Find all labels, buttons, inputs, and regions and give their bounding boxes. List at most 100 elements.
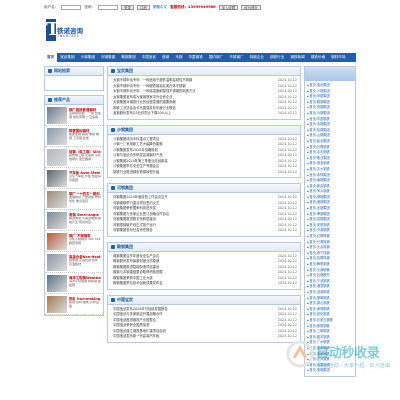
- nav-item[interactable]: 河钢集团: [98, 53, 118, 62]
- product-image[interactable]: [47, 191, 67, 208]
- product-desc: 耐热钢 高温合金 铸件 高温板材: [69, 259, 98, 266]
- page: 用户名： 密码： 登录 注册 繁體中文 客服热线：13939949966 加入收…: [0, 0, 400, 400]
- nav-item[interactable]: 宝武集团: [57, 53, 77, 62]
- section-icon: [111, 69, 115, 73]
- section-icon: [111, 297, 115, 302]
- traditional-link[interactable]: 繁體中文: [153, 5, 167, 10]
- nav-item[interactable]: 国内钢厂: [206, 53, 226, 62]
- nav-item[interactable]: 马钢: [172, 53, 185, 62]
- right-column: 首页-宝武集团首页-沙钢集团首页-河钢集团首页-鞍钢集团首页-首钢集团首页-马钢…: [304, 66, 356, 377]
- section-title[interactable]: 鞍钢集团: [117, 244, 133, 250]
- nav-item[interactable]: 华菱钢铁: [185, 53, 205, 62]
- product-image[interactable]: [47, 170, 67, 187]
- product-item[interactable]: 钢厂 “十四五” 规划 发展规划 产能调整 布局优化 重点项目: [45, 189, 103, 210]
- product-image[interactable]: [47, 254, 67, 271]
- nav-item[interactable]: 钢铁价格: [308, 53, 328, 62]
- product-image[interactable]: [47, 275, 67, 292]
- password-input[interactable]: [98, 4, 119, 10]
- product-desc: 各类型钢 圆钢 角钢 槽钢 工字钢 批发: [69, 133, 99, 140]
- watermark-text: 自动秒收录: [316, 346, 380, 361]
- news-section: 鞍钢集团鞍钢集团召开年度安全生产会议2024-10-12鞍钢股份发布最新财报业绩…: [107, 241, 301, 290]
- right-banner: [305, 67, 355, 81]
- news-title[interactable]: 宝钢股份发布Q3业绩同比下降20%以上: [111, 111, 171, 117]
- left-column: 网站检索 推荐产品 钢厂直接普通钢材 宝钢铁合金厂 一级 合金钢 热轧带钢 广泛…: [44, 66, 104, 320]
- watermark: 自动秒收录 联士自动 · 大家一起 · 众人自由: [286, 340, 400, 388]
- product-desc: 炼铁 原料 焦炭 高炉设备: [69, 301, 99, 308]
- product-item[interactable]: 角钢 Steel-angle 等边角钢 不等边角钢 规格齐全 现货供应: [45, 210, 103, 231]
- news-item[interactable]: 中国宝武发布新一代高端汽车板 2024-10-12: [111, 334, 297, 340]
- news-section: 宝武集团太钢不锈申请专利：一种适用于超低温和高韧性不锈钢2024-10-12太钢…: [107, 66, 301, 120]
- news-item[interactable]: 河钢集团发布社会责任报告 2024-10-12: [111, 228, 297, 234]
- news-section: 沙钢集团沙钢集团成功中标重点工程项目2024-10-12沙钢一厂采用新工艺大幅降…: [107, 124, 301, 178]
- nav-item[interactable]: 首页: [44, 53, 58, 62]
- product-image[interactable]: [47, 233, 67, 250]
- product-desc: 宝钢铁合金厂 一级 合金钢 热轧带钢 广泛适用: [69, 112, 101, 119]
- news-title[interactable]: 河钢集团发布社会责任报告: [111, 228, 153, 234]
- nav-item[interactable]: 中国宝武: [139, 53, 159, 62]
- right-link-list: 首页-宝武集团首页-沙钢集团首页-河钢集团首页-鞍钢集团首页-首钢集团首页-马钢…: [305, 81, 355, 376]
- nav-item[interactable]: 首钢: [159, 53, 172, 62]
- nav-item[interactable]: 鞍钢集团: [118, 53, 138, 62]
- products-title: 推荐产品: [54, 97, 70, 102]
- news-title[interactable]: 中国宝武发布新一代高端汽车板: [111, 334, 159, 340]
- news-item[interactable]: 宝钢股份发布Q3业绩同比下降20%以上 2024-10-12: [111, 111, 297, 117]
- news-center: 宝武集团太钢不锈申请专利：一种适用于超低温和高韧性不锈钢2024-10-12太钢…: [107, 66, 301, 348]
- product-desc: 冷轧不锈钢带 304 316 精密带钢: [69, 238, 101, 245]
- nav-item[interactable]: 特钢企业: [247, 53, 267, 62]
- product-item[interactable]: 钢厂 不锈钢带 冷轧不锈钢带 304 316 精密带钢: [45, 231, 103, 252]
- news-date: 2024-10-12: [277, 281, 297, 285]
- search-title: 网站检索: [54, 68, 70, 73]
- section-title[interactable]: 沙钢集团: [117, 127, 133, 133]
- news-title[interactable]: 鞍钢集团举办技术创新成果发布会: [111, 281, 162, 287]
- login-button[interactable]: 登录: [121, 4, 134, 10]
- news-date: 2024-10-12: [277, 334, 297, 338]
- news-section: 河钢集团河钢集团2024年度经营工作会议召开2024-10-12河钢唐钢举行重点…: [107, 183, 301, 237]
- product-desc: 等边角钢 不等边角钢 规格齐全 现货供应: [69, 217, 101, 224]
- nav-item[interactable]: 钢材市场: [328, 53, 348, 62]
- product-item[interactable]: 硅钢（电工钢）Silicon Steel 取向电工钢 无取向 冷轧硅钢片 变压器…: [45, 147, 103, 168]
- section-icon: [111, 127, 115, 132]
- section-title[interactable]: 宝武集团: [117, 68, 133, 74]
- nav-item[interactable]: 不锈钢厂: [226, 53, 246, 62]
- news-title[interactable]: 钢铁行业推进绿色低碳转型升级: [111, 170, 159, 176]
- set-home-button[interactable]: 设为首页: [241, 4, 261, 10]
- logo-en: TNCHTEEL: [57, 34, 80, 38]
- site-logo[interactable]: T 铁诺咨询 TNCHTEEL: [46, 19, 94, 47]
- username-input[interactable]: [61, 4, 82, 10]
- product-image[interactable]: [47, 212, 67, 229]
- product-item[interactable]: 海洋工程钢Weatheringsteel 海洋平台用钢 耐候钢 船板钢: [45, 273, 103, 294]
- product-image[interactable]: [47, 296, 67, 313]
- login-bar: 用户名： 密码： 登录 注册 繁體中文 客服热线：13939949966 加入收…: [44, 3, 284, 11]
- product-desc: 冷轧汽车板 外板 热镀锌 高强钢: [69, 175, 101, 182]
- username-label: 用户名：: [44, 4, 59, 9]
- news-date: 2024-10-12: [277, 228, 297, 232]
- product-item[interactable]: 销售国标钢材 各类型钢 圆钢 角钢 槽钢 工字钢 批发: [45, 126, 103, 147]
- product-icon: [48, 98, 52, 102]
- product-desc: 取向电工钢 无取向 冷轧硅钢片 变压器用: [69, 154, 101, 161]
- news-date: 2024-10-12: [277, 111, 297, 115]
- product-image[interactable]: [47, 107, 67, 124]
- section-icon: [111, 244, 115, 249]
- watermark-logo-icon: [286, 340, 314, 368]
- news-item[interactable]: 钢铁行业推进绿色低碳转型升级 2024-10-12: [111, 170, 297, 176]
- main-nav: 首页 宝武集团 沙钢集团 河钢集团 鞍钢集团 中国宝武 首钢 马钢 华菱钢铁 国内钢厂 不锈钢厂 特钢…: [44, 53, 356, 62]
- product-desc: 发展规划 产能调整 布局优化 重点项目: [69, 196, 101, 203]
- product-item[interactable]: 热轧 Iron-making 炼铁 原料 焦炭 高炉设备: [45, 294, 103, 315]
- nav-item[interactable]: 钢铁行业: [267, 53, 287, 62]
- password-label: 密码：: [84, 4, 96, 9]
- product-item[interactable]: 高温合金Non-Heat Furnace 耐热钢 高温合金 铸件 高温板材: [45, 252, 103, 273]
- section-title[interactable]: 河钢集团: [117, 185, 133, 191]
- search-box: 网站检索: [44, 66, 104, 91]
- product-item[interactable]: 钢厂直接普通钢材 宝钢铁合金厂 一级 合金钢 热轧带钢 广泛适用: [45, 105, 103, 126]
- favorite-button[interactable]: 加入收藏: [218, 4, 239, 10]
- section-title[interactable]: 中国宝武: [117, 297, 133, 303]
- register-button[interactable]: 注册: [136, 4, 150, 10]
- search-icon: [48, 69, 52, 73]
- product-image[interactable]: [47, 149, 67, 166]
- product-item[interactable]: 汽车板 Auto Steel 冷轧汽车板 外板 热镀锌 高强钢: [45, 168, 103, 189]
- product-desc: 海洋平台用钢 耐候钢 船板钢: [69, 280, 101, 287]
- nav-item[interactable]: 沙钢集团: [78, 53, 98, 62]
- news-item[interactable]: 鞍钢集团举办技术创新成果发布会 2024-10-12: [111, 281, 297, 287]
- product-image[interactable]: [47, 128, 67, 145]
- nav-item[interactable]: 钢铁新闻: [287, 53, 307, 62]
